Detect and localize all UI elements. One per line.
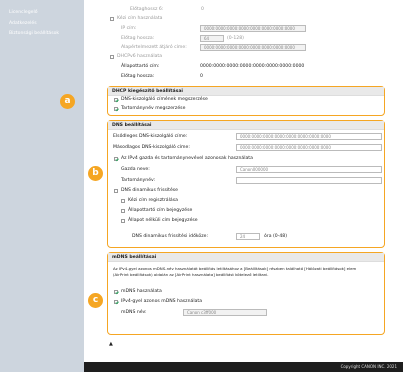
prefix-hint: (0-128) [227,36,244,41]
main-panel: Előtaghossz 6: 0 Kézi cím használata IP … [60,0,403,372]
dynamic-update-label: DNS dinamikus frissítése [121,188,178,193]
primary-dns-label: Elsődleges DNS-kiszolgáló címe: [113,134,188,139]
callout-badge-c: c [88,293,103,308]
prefix-field[interactable]: 64 [200,35,224,42]
manual-address-checkbox[interactable] [110,17,114,21]
stateful-address-value: 0000:0000:0000:0000:0000:0000:0000:0000 [200,64,305,69]
dynamic-interval-label: DNS dinamikus frissítési időköze: [132,234,209,239]
same-mdns-as-ipv4-label: IPv4-gyel azonos mDNS használata [121,299,203,304]
prefix-length-value: 0 [201,7,204,12]
dynamic-update-checkbox[interactable] [114,189,118,193]
mdns-description-line-2: (AirPrint beállítások) oldalán az [AirPr… [113,272,269,277]
domain-name-field[interactable] [236,177,382,184]
secondary-dns-label: Másodlagos DNS-kiszolgáló címe: [113,145,190,150]
ip-address-field[interactable]: 0000:0000:0000:0000:0000:0000:0000:0000 [200,25,306,32]
dhcpv6-label: DHCPv6 használata [117,54,163,59]
callout-badge-b: b [88,166,103,181]
mdns-description-line-1: Az IPv4-gyel azonos mDNS-név használatát… [113,266,357,271]
ip-address-label: IP cím: [121,26,137,31]
dns-server-acquire-label: DNS-kiszolgáló címének megszerzése [121,97,208,102]
dns-server-acquire-checkbox[interactable] [114,98,118,102]
host-name-field[interactable]: Canon000000 [236,166,382,173]
primary-dns-field[interactable]: 0000:0000:0000:0000:0000:0000:0000:0000 [236,133,382,140]
mdns-name-field[interactable]: Canon c3ff000 [183,309,267,316]
sidebar-item-license[interactable]: Licenclegelő [9,10,38,15]
stateful-address-label: Állapottartó cím: [121,64,160,69]
sidebar-item-security[interactable]: Biztonsági beállítások [9,31,59,36]
same-mdns-as-ipv4-checkbox[interactable] [114,300,118,304]
stateless-register-label: Állapot nélküli cím bejegyzése [128,218,198,223]
same-as-ipv4-label: Az IPv4 gazda és tartománynevével azonos… [121,156,253,161]
use-mdns-label: mDNS használata [121,289,162,294]
domain-name-label: Tartománynév: [121,178,156,183]
domain-name-acquire-label: Tartománynév megszerzése [121,106,186,111]
stateful-register-label: Állapottartó cím bejegyzése [128,208,193,213]
prefix-length-2-value: 0 [200,74,203,79]
prefix-label: Előtag hossza: [121,36,155,41]
manual-register-checkbox[interactable] [121,199,125,203]
copyright-footer: Copyright CANON INC. 2021 [84,362,403,372]
dhcp-options-title: DHCP kiegészítő beállításai [108,87,384,96]
dhcpv6-checkbox[interactable] [110,55,114,59]
default-gateway-label: Alapértelmezett átjáró címe: [121,45,187,50]
sidebar-item-data-management[interactable]: Adatkezelés [9,21,37,26]
domain-name-acquire-checkbox[interactable] [114,107,118,111]
host-name-label: Gazda neve: [121,167,150,172]
default-gateway-field[interactable]: 0000:0000:0000:0000:0000:0000:0000:0000 [200,44,306,51]
manual-address-label: Kézi cím használata [117,16,163,21]
stateless-register-checkbox[interactable] [121,219,125,223]
stateful-register-checkbox[interactable] [121,209,125,213]
mdns-name-label: mDNS név: [121,310,147,315]
mdns-settings-title: mDNS beállításai [108,253,384,262]
dynamic-interval-field[interactable]: 24 [236,233,260,240]
use-mdns-checkbox[interactable] [114,290,118,294]
manual-register-label: Kézi cím regisztrálása [128,198,178,203]
dynamic-interval-unit: óra (0-48) [264,234,287,239]
prefix-length-label: Előtaghossz 6: [130,7,164,12]
callout-badge-a: a [60,94,75,109]
secondary-dns-field[interactable]: 0000:0000:0000:0000:0000:0000:0000:0000 [236,144,382,151]
sidebar: Licenclegelő Adatkezelés Biztonsági beál… [0,0,84,372]
page-top-link[interactable]: ▲ [109,341,113,347]
dns-settings-title: DNS beállításai [108,121,384,130]
same-as-ipv4-checkbox[interactable] [114,157,118,161]
prefix-length-2-label: Előtag hossza: [121,74,155,79]
